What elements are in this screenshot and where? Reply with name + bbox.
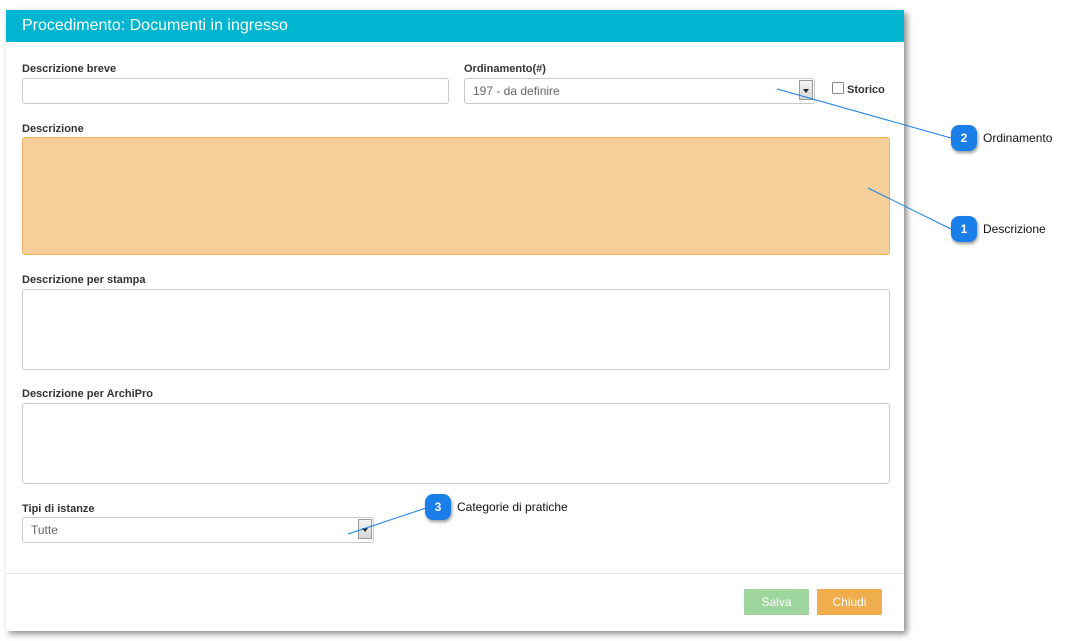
callout-label-1: Descrizione xyxy=(983,222,1046,236)
callout-badge-2: 2 xyxy=(951,125,977,151)
callout-line-categories xyxy=(347,507,427,535)
callout-line-description xyxy=(867,187,952,230)
callout-lines xyxy=(347,88,952,535)
callout-label-2: Ordinamento xyxy=(983,131,1053,145)
callout-badge-3: 3 xyxy=(425,494,451,520)
callout-line-ordering xyxy=(776,88,952,139)
callout-badge-1: 1 xyxy=(951,216,977,242)
callout-label-3: Categorie di pratiche xyxy=(457,500,568,514)
